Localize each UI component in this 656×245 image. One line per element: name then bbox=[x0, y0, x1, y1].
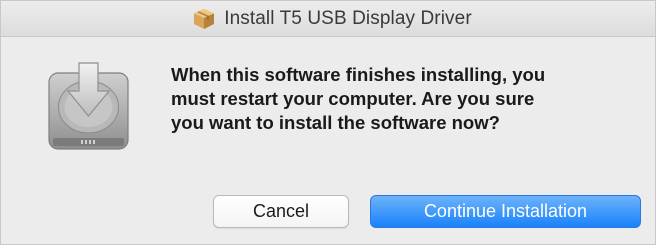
cancel-button[interactable]: Cancel bbox=[213, 195, 349, 228]
dialog-message: When this software finishes installing, … bbox=[171, 64, 546, 133]
continue-installation-button[interactable]: Continue Installation bbox=[370, 195, 641, 228]
title-bar: Install T5 USB Display Driver bbox=[1, 1, 655, 37]
window-title: Install T5 USB Display Driver bbox=[224, 7, 472, 29]
installer-dialog-window: Install T5 USB Display Driver When this … bbox=[0, 0, 656, 245]
title-group: Install T5 USB Display Driver bbox=[192, 7, 472, 31]
drive-install-icon bbox=[48, 62, 129, 150]
package-icon bbox=[194, 8, 215, 29]
